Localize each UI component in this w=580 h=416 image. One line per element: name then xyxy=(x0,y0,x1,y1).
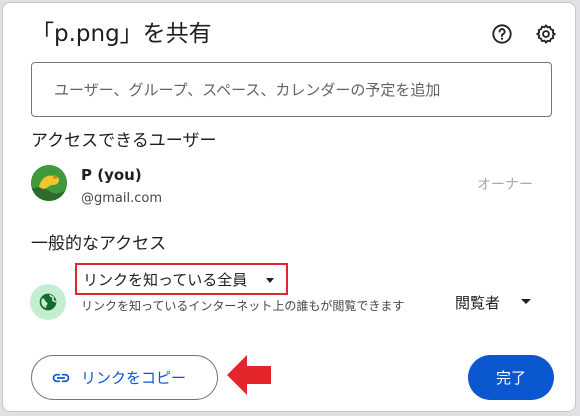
general-access-selected: リンクを知っている全員 xyxy=(83,270,248,289)
general-access-dropdown[interactable]: リンクを知っている全員 xyxy=(75,263,288,295)
general-access-heading: 一般的なアクセス xyxy=(31,234,167,254)
avatar xyxy=(31,165,67,201)
user-role-owner: オーナー xyxy=(477,177,533,193)
link-icon xyxy=(51,368,71,388)
chevron-down-icon xyxy=(521,299,531,304)
gear-icon[interactable] xyxy=(534,22,558,46)
viewer-role-dropdown[interactable]: 閲覧者 xyxy=(455,290,535,314)
add-people-input[interactable]: ユーザー、グループ、スペース、カレンダーの予定を追加 xyxy=(31,62,552,117)
share-dialog: 「p.png」を共有 ユーザー、グループ、スペース、カレンダーの予定を追加 アク… xyxy=(2,2,576,412)
globe-icon xyxy=(30,284,66,320)
copy-link-label: リンクをコピー xyxy=(81,369,187,387)
user-email: @gmail.com xyxy=(81,191,163,206)
dialog-title: 「p.png」を共有 xyxy=(31,21,212,47)
add-people-placeholder: ユーザー、グループ、スペース、カレンダーの予定を追加 xyxy=(54,81,441,99)
general-access-description: リンクを知っているインターネット上の誰もが閲覧できます xyxy=(81,299,405,313)
done-button[interactable]: 完了 xyxy=(468,355,554,400)
copy-link-button[interactable]: リンクをコピー xyxy=(31,355,218,400)
chevron-down-icon xyxy=(266,278,274,283)
red-arrow-annotation-icon xyxy=(227,355,271,395)
user-name: P (you) xyxy=(81,166,142,184)
people-with-access-heading: アクセスできるユーザー xyxy=(31,131,217,151)
viewer-role-label: 閲覧者 xyxy=(455,293,501,312)
help-icon[interactable] xyxy=(490,22,514,46)
